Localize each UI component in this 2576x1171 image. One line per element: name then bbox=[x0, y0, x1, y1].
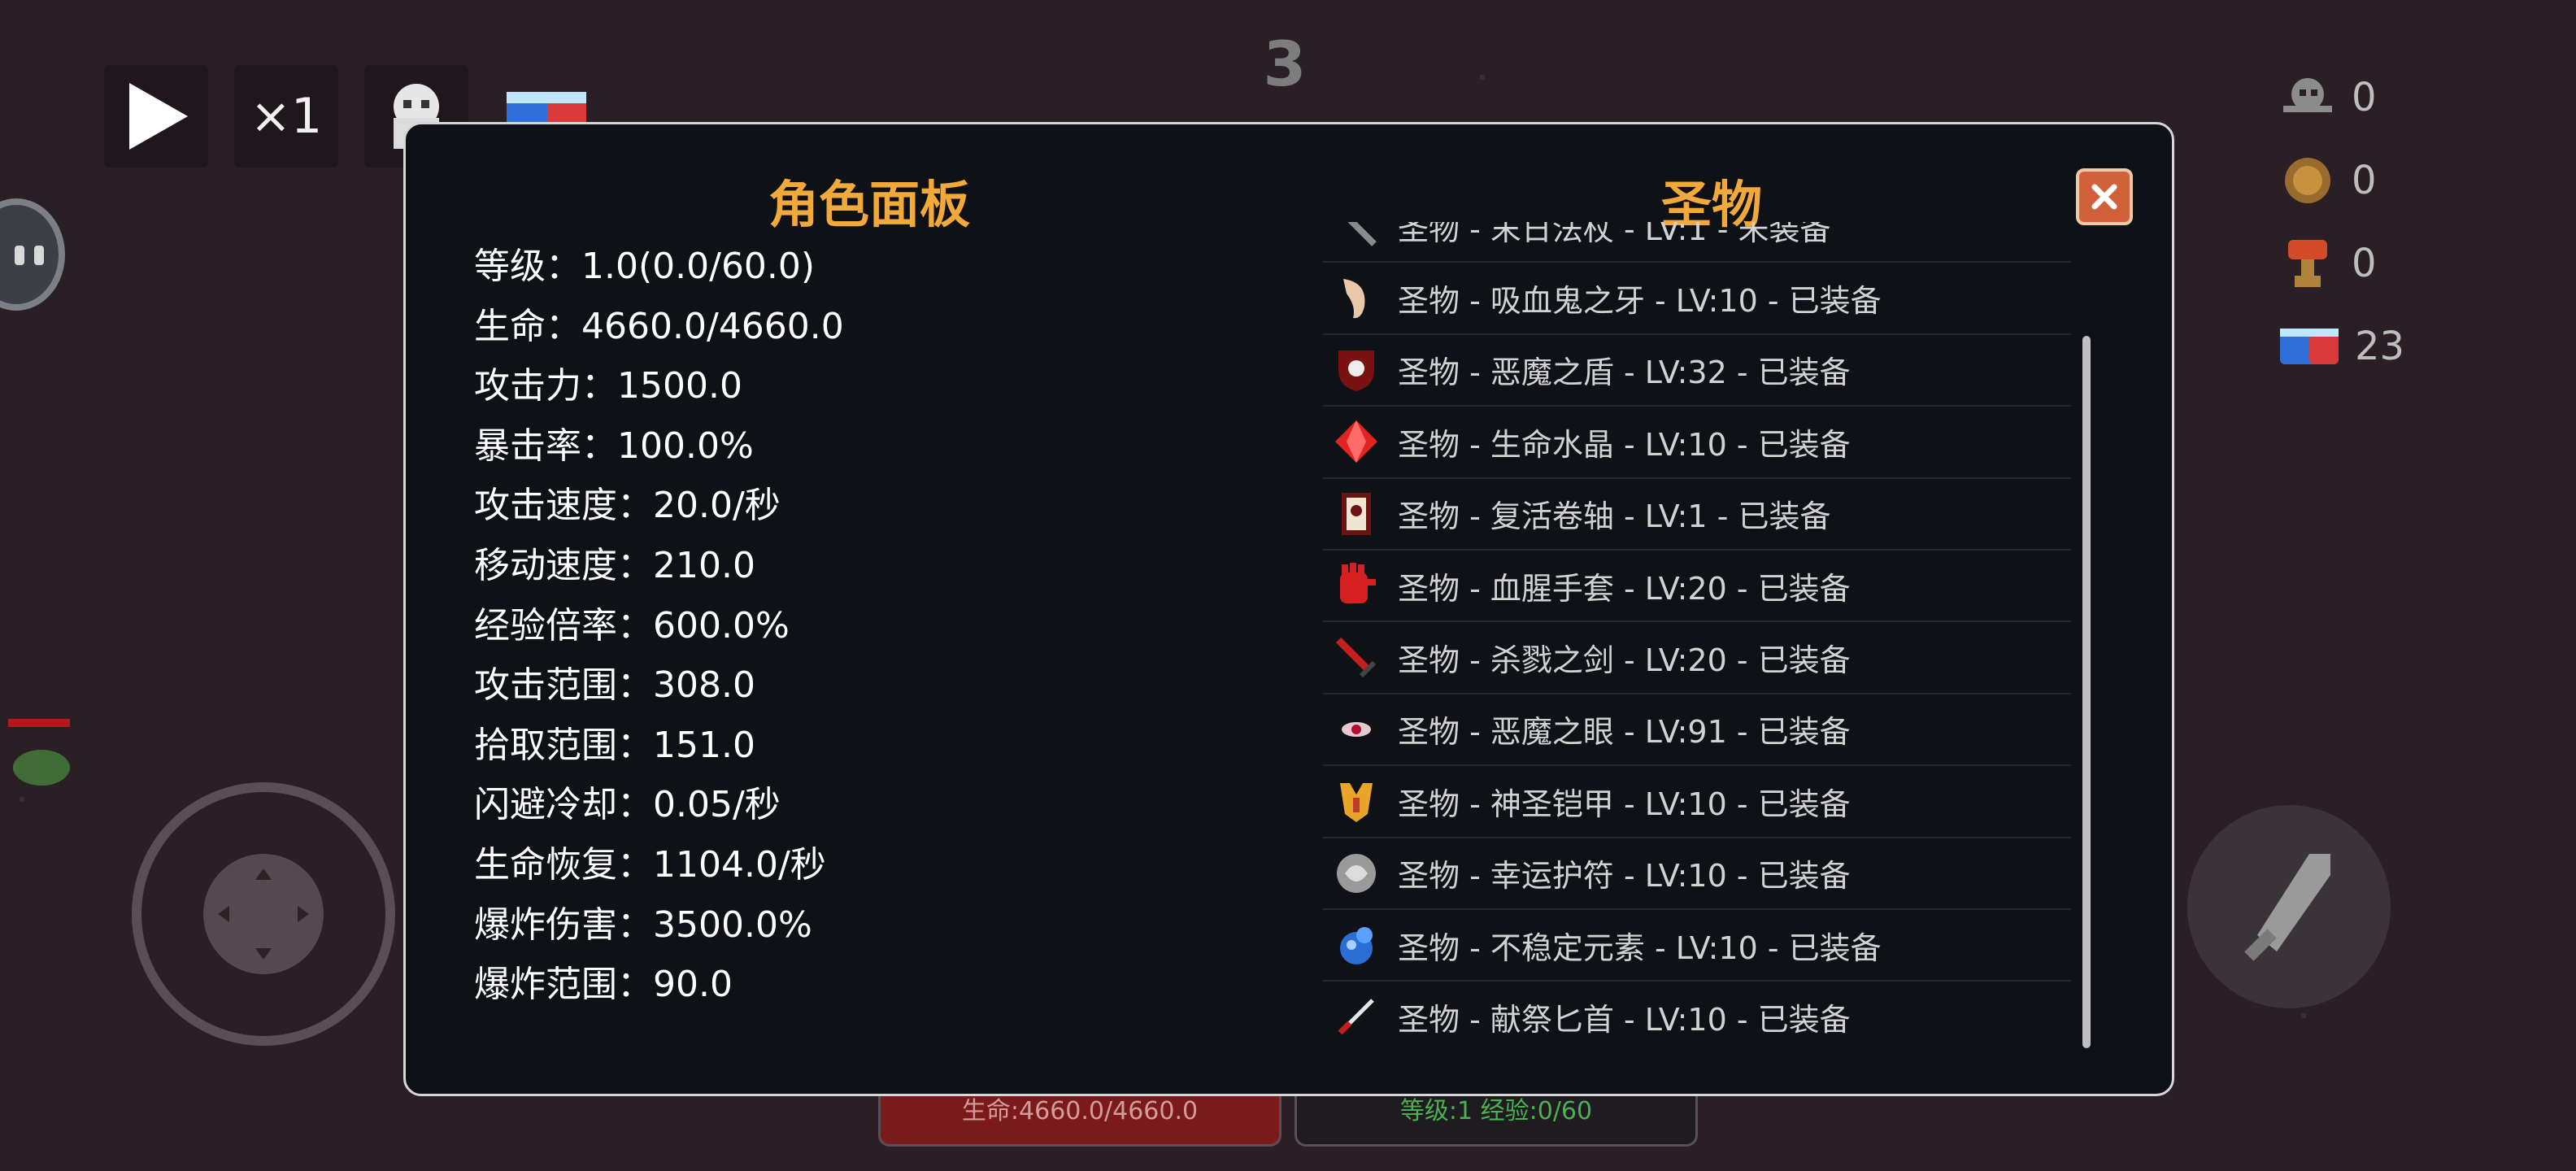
relic-label: 圣物 - 神圣铠甲 - LV:10 - 已装备 bbox=[1398, 786, 1851, 822]
chest-count: 0 bbox=[2277, 231, 2377, 296]
relic-label: 圣物 - 杀戮之剑 - LV:20 - 已装备 bbox=[1398, 642, 1851, 679]
stat-health: 生命：4660.0/4660.0 bbox=[474, 305, 844, 347]
relic-item[interactable]: 圣物 - 恶魔之盾 - LV:32 - 已装备 bbox=[1323, 335, 2071, 407]
relic-label: 圣物 - 不稳定元素 - LV:10 - 已装备 bbox=[1398, 929, 1882, 966]
scrollbar-thumb[interactable] bbox=[2082, 336, 2091, 1048]
stat-level: 等级：1.0(0.0/60.0) bbox=[474, 246, 816, 287]
direction-arrows-icon bbox=[218, 868, 309, 960]
coin-icon bbox=[2285, 158, 2330, 203]
relic-item[interactable]: 圣物 - 生命水晶 - LV:10 - 已装备 bbox=[1323, 407, 2071, 479]
crystal-icon bbox=[1328, 413, 1385, 470]
relic-item[interactable]: 圣物 - 杀戮之剑 - LV:20 - 已装备 bbox=[1323, 622, 2071, 694]
background-dot bbox=[20, 797, 24, 802]
speed-label: ×1 bbox=[250, 88, 323, 145]
relic-label: 圣物 - 幸运护符 - LV:10 - 已装备 bbox=[1398, 858, 1851, 895]
eye-icon bbox=[1328, 701, 1385, 758]
armor-icon bbox=[1328, 773, 1385, 829]
relic-item[interactable]: 圣物 - 吸血鬼之牙 - LV:10 - 已装备 bbox=[1323, 263, 2071, 335]
staff-icon bbox=[1328, 222, 1385, 255]
magnet-count: 23 bbox=[2277, 314, 2404, 379]
character-stats-list: 等级：1.0(0.0/60.0) 生命：4660.0/4660.0 攻击力：15… bbox=[474, 237, 844, 1015]
stat-attack-range: 攻击范围：308.0 bbox=[474, 664, 755, 707]
chat-bubble-button[interactable] bbox=[0, 198, 65, 311]
stat-crit-rate: 暴击率：100.0% bbox=[474, 424, 754, 467]
charm-icon bbox=[1328, 845, 1385, 902]
coin-count-value: 0 bbox=[2352, 158, 2377, 203]
background-dot bbox=[2301, 1013, 2306, 1018]
relic-label: 圣物 - 献祭匕首 - LV:10 - 已装备 bbox=[1398, 1001, 1851, 1035]
relic-item[interactable]: 圣物 - 不稳定元素 - LV:10 - 已装备 bbox=[1323, 910, 2071, 982]
chest-count-value: 0 bbox=[2352, 241, 2377, 286]
sword-icon bbox=[1328, 629, 1385, 686]
stat-dodge-cooldown: 闪避冷却：0.05/秒 bbox=[474, 784, 781, 826]
relic-item[interactable]: 圣物 - 血腥手套 - LV:20 - 已装备 bbox=[1323, 551, 2071, 623]
relic-item[interactable]: 圣物 - 献祭匕首 - LV:10 - 已装备 bbox=[1323, 982, 2071, 1035]
relic-scrollbar[interactable] bbox=[2082, 336, 2091, 1048]
stat-explosion-range: 爆炸范围：90.0 bbox=[474, 964, 733, 1006]
speed-toggle-button[interactable]: ×1 bbox=[234, 65, 338, 168]
magnet-icon bbox=[2280, 329, 2339, 364]
stat-health-regen: 生命恢复：1104.0/秒 bbox=[474, 843, 826, 886]
attack-button[interactable] bbox=[2187, 805, 2391, 1008]
relic-label: 圣物 - 复活卷轴 - LV:1 - 已装备 bbox=[1398, 498, 1831, 535]
dagger-icon bbox=[1328, 988, 1385, 1035]
joystick-knob[interactable] bbox=[203, 854, 324, 974]
relic-item[interactable]: 圣物 - 神圣铠甲 - LV:10 - 已装备 bbox=[1323, 766, 2071, 838]
kill-count-value: 0 bbox=[2352, 75, 2377, 120]
stat-explosion-damage: 爆炸伤害：3500.0% bbox=[474, 903, 812, 946]
relic-item[interactable]: 圣物 - 恶魔之眼 - LV:91 - 已装备 bbox=[1323, 694, 2071, 767]
stat-pickup-range: 拾取范围：151.0 bbox=[474, 724, 755, 766]
stat-move-speed: 移动速度：210.0 bbox=[474, 544, 755, 586]
stat-exp-multiplier: 经验倍率：600.0% bbox=[474, 604, 790, 646]
sword-icon bbox=[2244, 854, 2330, 961]
relic-item[interactable]: 圣物 - 末日法杖 - LV:1 - 未装备 bbox=[1323, 222, 2071, 263]
virtual-joystick[interactable] bbox=[132, 782, 395, 1046]
relic-label: 圣物 - 吸血鬼之牙 - LV:10 - 已装备 bbox=[1398, 283, 1882, 320]
relic-label: 圣物 - 末日法杖 - LV:1 - 未装备 bbox=[1398, 222, 1831, 247]
chest-icon bbox=[2288, 240, 2327, 287]
stat-attack-speed: 攻击速度：20.0/秒 bbox=[474, 485, 781, 527]
relic-label: 圣物 - 恶魔之盾 - LV:32 - 已装备 bbox=[1398, 355, 1851, 391]
character-panel: 角色面板 圣物 等级：1.0(0.0/60.0) 生命：4660.0/4660.… bbox=[403, 122, 2174, 1096]
relic-list[interactable]: 圣物 - 末日法杖 - LV:1 - 未装备 圣物 - 吸血鬼之牙 - LV:1… bbox=[1323, 222, 2071, 1035]
relic-label: 圣物 - 恶魔之眼 - LV:91 - 已装备 bbox=[1398, 714, 1851, 751]
character-panel-title: 角色面板 bbox=[768, 175, 971, 234]
wave-counter: 3 bbox=[1263, 28, 1307, 100]
close-button[interactable] bbox=[2076, 168, 2133, 225]
coin-count: 0 bbox=[2277, 148, 2377, 213]
slime-enemy bbox=[13, 750, 70, 786]
stat-attack: 攻击力：1500.0 bbox=[474, 365, 742, 407]
scroll-icon bbox=[1328, 485, 1385, 542]
close-icon bbox=[2091, 184, 2117, 210]
relic-item[interactable]: 圣物 - 复活卷轴 - LV:1 - 已装备 bbox=[1323, 479, 2071, 551]
fang-icon bbox=[1328, 270, 1385, 327]
relic-label: 圣物 - 生命水晶 - LV:10 - 已装备 bbox=[1398, 426, 1851, 463]
relic-item[interactable]: 圣物 - 幸运护符 - LV:10 - 已装备 bbox=[1323, 838, 2071, 910]
demon-shield-icon bbox=[1328, 342, 1385, 398]
enemy-health-bar bbox=[8, 719, 70, 727]
relic-label: 圣物 - 血腥手套 - LV:20 - 已装备 bbox=[1398, 570, 1851, 607]
element-icon bbox=[1328, 916, 1385, 973]
kill-count: 0 bbox=[2277, 65, 2377, 130]
background-dot bbox=[1480, 75, 1485, 80]
play-icon bbox=[129, 83, 188, 150]
play-button[interactable] bbox=[104, 65, 208, 168]
magnet-count-value: 23 bbox=[2355, 324, 2405, 369]
glove-icon bbox=[1328, 557, 1385, 614]
skull-icon bbox=[2283, 78, 2332, 112]
